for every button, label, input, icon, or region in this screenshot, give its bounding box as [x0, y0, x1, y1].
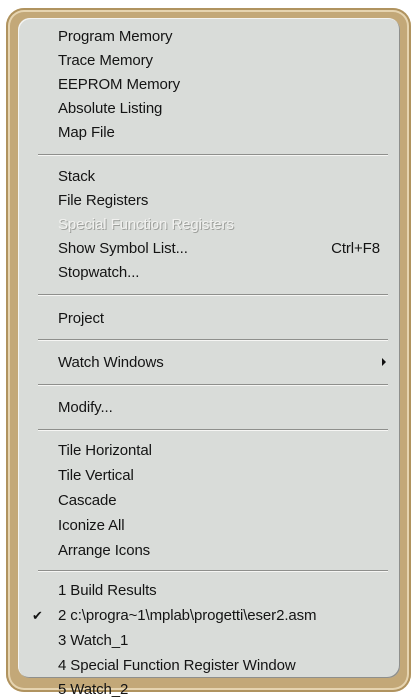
menu-item-window-5[interactable]: 5 Watch_2	[18, 677, 400, 700]
menu-item-window-1[interactable]: 1 Build Results	[18, 578, 400, 602]
menu-item-tile-vertical[interactable]: Tile Vertical	[18, 463, 400, 487]
menu-item-shortcut: Ctrl+F8	[331, 239, 380, 257]
menu-item-label: Watch Windows	[58, 353, 164, 371]
menu-separator	[38, 570, 388, 572]
menu-item-label: 1 Build Results	[58, 581, 157, 599]
menu-item-label: EEPROM Memory	[58, 75, 181, 93]
photo-frame: Program Memory Trace Memory EEPROM Memor…	[6, 8, 411, 698]
menu-separator	[38, 384, 388, 386]
menu-item-label: 3 Watch_1	[58, 631, 129, 649]
menu-item-label: File Registers	[58, 191, 149, 209]
menu-item-file-registers[interactable]: File Registers	[18, 188, 400, 212]
menu-item-absolute-listing[interactable]: Absolute Listing	[18, 96, 400, 120]
menu-item-watch-windows[interactable]: Watch Windows	[18, 350, 400, 374]
menu-item-arrange-icons[interactable]: Arrange Icons	[18, 538, 400, 562]
menu-item-label: Trace Memory	[58, 51, 153, 69]
check-icon: ✔	[32, 607, 43, 623]
menu-separator	[38, 339, 388, 341]
menu-item-project[interactable]: Project	[18, 306, 400, 330]
menu-item-stack[interactable]: Stack	[18, 164, 400, 188]
menu-item-label: 5 Watch_2	[58, 680, 129, 698]
menu-item-show-symbol-list[interactable]: Show Symbol List... Ctrl+F8	[18, 236, 400, 260]
menu-item-eeprom-memory[interactable]: EEPROM Memory	[18, 72, 400, 96]
menu-item-label: Iconize All	[58, 516, 125, 534]
menu-item-label: Absolute Listing	[58, 99, 163, 117]
menu-item-label: Program Memory	[58, 27, 173, 45]
menu-item-iconize-all[interactable]: Iconize All	[18, 513, 400, 537]
menu-item-map-file[interactable]: Map File	[18, 120, 400, 144]
menu-item-label: Tile Horizontal	[58, 441, 152, 459]
menu-item-cascade[interactable]: Cascade	[18, 488, 400, 512]
menu-item-label: Show Symbol List...	[58, 239, 188, 257]
menu-item-label: Stopwatch...	[58, 263, 140, 281]
menu-item-label: Tile Vertical	[58, 466, 134, 484]
menu-item-window-3[interactable]: 3 Watch_1	[18, 628, 400, 652]
menu-item-label: Project	[58, 309, 104, 327]
window-menu: Program Memory Trace Memory EEPROM Memor…	[18, 18, 400, 698]
menu-item-label: Stack	[58, 167, 96, 185]
menu-item-label: 2 c:\progra~1\mplab\progetti\eser2.asm	[58, 606, 317, 624]
menu-item-label: Map File	[58, 123, 115, 141]
menu-separator	[38, 294, 388, 296]
menu-item-trace-memory[interactable]: Trace Memory	[18, 48, 400, 72]
menu-item-label: Cascade	[58, 491, 117, 509]
submenu-arrow-icon	[382, 358, 386, 366]
menu-item-modify[interactable]: Modify...	[18, 395, 400, 419]
menu-item-program-memory[interactable]: Program Memory	[18, 24, 400, 48]
menu-item-special-function-registers: Special Function Registers	[18, 212, 400, 236]
menu-item-label: 4 Special Function Register Window	[58, 656, 296, 674]
menu-item-window-2[interactable]: ✔ 2 c:\progra~1\mplab\progetti\eser2.asm	[18, 603, 400, 627]
menu-item-window-4[interactable]: 4 Special Function Register Window	[18, 653, 400, 677]
menu-item-tile-horizontal[interactable]: Tile Horizontal	[18, 438, 400, 462]
menu-item-label: Modify...	[58, 398, 113, 416]
menu-separator	[38, 429, 388, 431]
menu-item-label: Arrange Icons	[58, 541, 151, 559]
menu-item-stopwatch[interactable]: Stopwatch...	[18, 260, 400, 284]
menu-item-label: Special Function Registers	[58, 215, 234, 233]
menu-separator	[38, 154, 388, 156]
